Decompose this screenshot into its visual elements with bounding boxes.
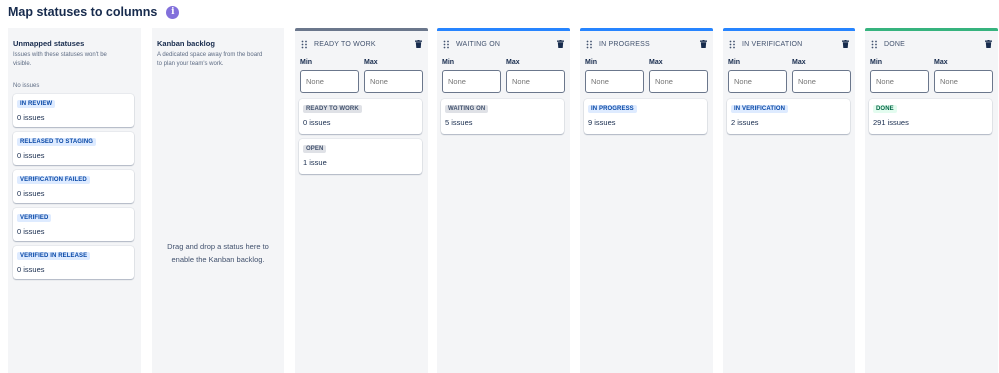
status-lozenge: IN REVIEW [17,100,56,108]
max-input[interactable] [506,70,565,93]
dropzone-text: Drag and drop a status here to enable th… [167,242,269,264]
column-name[interactable]: IN VERIFICATION [742,41,802,48]
status-issue-count: 0 issues [17,151,45,160]
backlog-dropzone[interactable]: Drag and drop a status here to enable th… [152,240,284,266]
column-accent-bar [437,28,570,31]
min-input[interactable] [728,70,787,93]
status-lozenge: VERIFIED [17,214,52,222]
backlog-title: Kanban backlog [157,39,215,48]
column-accent-bar [580,28,713,31]
kanban-backlog-column: Kanban backlog A dedicated space away fr… [152,28,284,373]
status-card[interactable]: IN VERIFICATION 2 issues [727,99,850,134]
column-header: WAITING ON [443,39,564,49]
max-label: Max [934,59,948,66]
status-card[interactable]: WAITING ON 5 issues [441,99,564,134]
delete-column-icon[interactable] [700,40,707,48]
column-name[interactable]: DONE [884,41,905,48]
board-column-in-verification[interactable]: IN VERIFICATION Min Max IN VERIFICATION … [723,28,855,373]
min-label: Min [442,59,455,66]
unmapped-description: Issues with these statuses won't be visi… [13,52,107,67]
status-issue-count: 0 issues [17,189,45,198]
status-lozenge: VERIFIED IN RELEASE [17,252,91,260]
max-label: Max [506,59,520,66]
status-card[interactable]: IN REVIEW 0 issues [13,94,134,127]
status-lozenge: OPEN [303,145,327,153]
status-issue-count: 0 issues [17,113,45,122]
min-input[interactable] [300,70,359,93]
min-label: Min [300,59,313,66]
info-icon[interactable]: i [166,5,180,19]
max-label: Max [364,59,378,66]
status-lozenge: IN PROGRESS [588,105,637,113]
status-card[interactable]: VERIFIED 0 issues [13,208,134,241]
board-column-waiting-on[interactable]: WAITING ON Min Max WAITING ON 5 issues [437,28,570,373]
drag-handle-icon[interactable] [871,40,878,49]
max-input[interactable] [792,70,851,93]
column-header: IN PROGRESS [586,39,707,49]
column-name[interactable]: WAITING ON [456,41,500,48]
status-issue-count: 291 issues [873,118,909,127]
max-label: Max [649,59,663,66]
status-issue-count: 0 issues [303,118,331,127]
status-issue-count: 2 issues [731,118,759,127]
status-lozenge: RELEASED TO STAGING [17,138,97,146]
backlog-description: A dedicated space away from the board to… [157,52,263,67]
column-name[interactable]: READY TO WORK [314,41,376,48]
delete-column-icon[interactable] [842,40,849,48]
column-accent-bar [723,28,855,31]
min-label: Min [870,59,883,66]
status-card[interactable]: RELEASED TO STAGING 0 issues [13,132,134,165]
delete-column-icon[interactable] [985,40,992,48]
unmapped-statuses-column: Unmapped statuses Issues with these stat… [8,28,141,373]
max-input[interactable] [649,70,708,93]
status-lozenge: IN VERIFICATION [731,105,789,113]
page-header: Map statuses to columns i [8,3,180,21]
unmapped-title: Unmapped statuses [13,39,85,48]
max-input[interactable] [934,70,993,93]
min-label: Min [585,59,598,66]
min-input[interactable] [870,70,929,93]
drag-handle-icon[interactable] [443,40,450,49]
status-lozenge: DONE [873,105,897,113]
min-input[interactable] [442,70,501,93]
board-column-in-progress[interactable]: IN PROGRESS Min Max IN PROGRESS 9 issues [580,28,713,373]
board-column-done[interactable]: DONE Min Max DONE 291 issues [865,28,998,373]
status-issue-count: 5 issues [445,118,473,127]
status-card[interactable]: IN PROGRESS 9 issues [584,99,707,134]
status-lozenge: READY TO WORK [303,105,362,113]
status-lozenge: VERIFICATION FAILED [17,176,90,184]
max-input[interactable] [364,70,423,93]
drag-handle-icon[interactable] [586,40,593,49]
page-title: Map statuses to columns [8,5,158,19]
min-input[interactable] [585,70,644,93]
status-card[interactable]: DONE 291 issues [869,99,992,134]
column-accent-bar [865,28,998,31]
delete-column-icon[interactable] [415,40,422,48]
status-lozenge: WAITING ON [445,105,489,113]
unmapped-empty-text: No issues [13,83,40,89]
column-name[interactable]: IN PROGRESS [599,41,650,48]
column-header: READY TO WORK [301,39,422,49]
max-label: Max [792,59,806,66]
min-label: Min [728,59,741,66]
status-card[interactable]: OPEN 1 issue [299,139,422,174]
status-card[interactable]: VERIFIED IN RELEASE 0 issues [13,246,134,279]
column-header: DONE [871,39,992,49]
board-column-ready-to-work[interactable]: READY TO WORK Min Max READY TO WORK 0 is… [295,28,428,373]
drag-handle-icon[interactable] [729,40,736,49]
column-header: IN VERIFICATION [729,39,849,49]
status-card[interactable]: READY TO WORK 0 issues [299,99,422,134]
delete-column-icon[interactable] [557,40,564,48]
status-issue-count: 1 issue [303,158,327,167]
status-issue-count: 0 issues [17,227,45,236]
drag-handle-icon[interactable] [301,40,308,49]
status-issue-count: 9 issues [588,118,616,127]
status-card[interactable]: VERIFICATION FAILED 0 issues [13,170,134,203]
column-accent-bar [295,28,428,31]
status-issue-count: 0 issues [17,265,45,274]
